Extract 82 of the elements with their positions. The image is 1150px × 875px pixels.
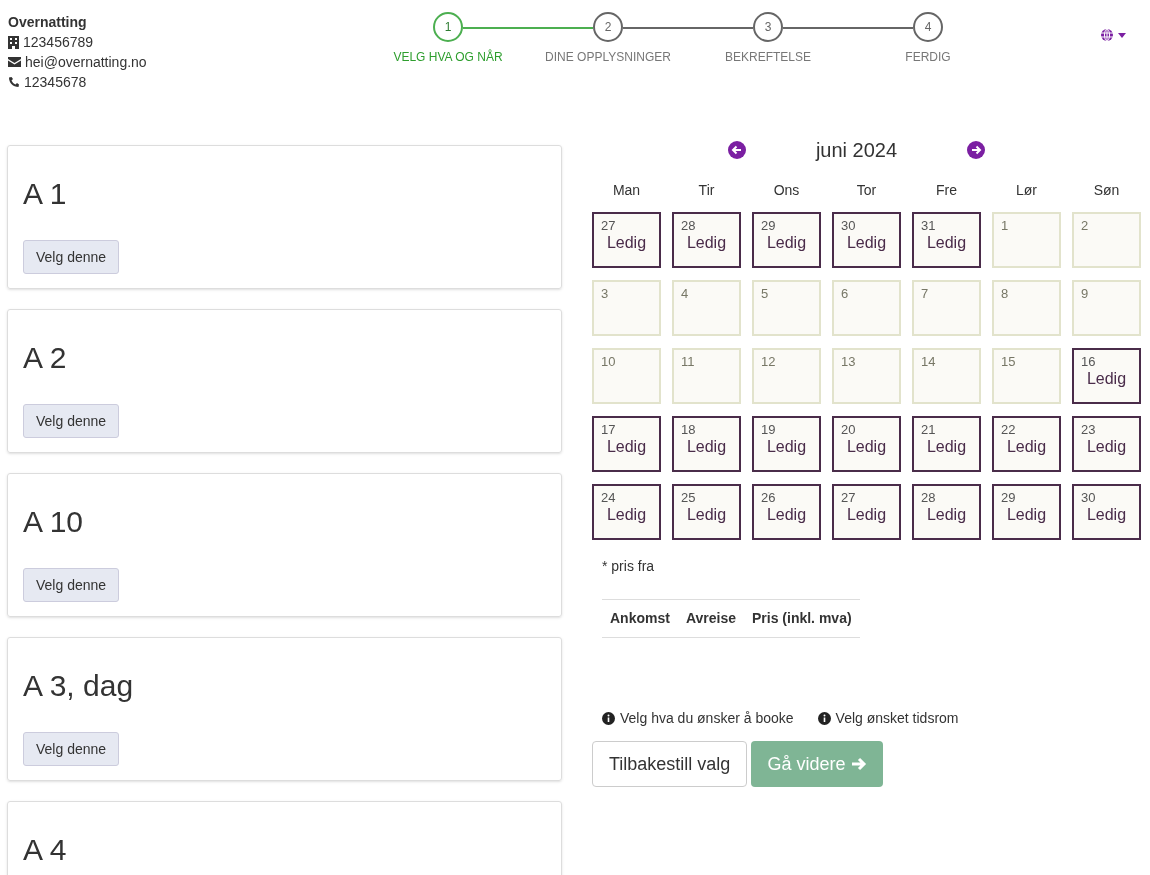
calendar-day: 1 bbox=[992, 212, 1061, 268]
calendar-day: 12 bbox=[752, 348, 821, 404]
calendar-day[interactable]: 29 Ledig bbox=[992, 484, 1061, 540]
phone-icon bbox=[8, 76, 20, 88]
calendar-day[interactable]: 21 Ledig bbox=[912, 416, 981, 472]
step-number: 4 bbox=[913, 12, 943, 42]
unit-title: A 4 bbox=[23, 832, 67, 868]
calendar-day[interactable]: 28 Ledig bbox=[912, 484, 981, 540]
price-note: * pris fra bbox=[602, 557, 656, 576]
step-number: 3 bbox=[753, 12, 783, 42]
calendar-day[interactable]: 26 Ledig bbox=[752, 484, 821, 540]
calendar-day: 3 bbox=[592, 280, 661, 336]
calendar-day[interactable]: 22 Ledig bbox=[992, 416, 1061, 472]
unit-title: A 3, dag bbox=[23, 668, 134, 704]
previous-month-button[interactable] bbox=[727, 141, 746, 159]
step-number: 1 bbox=[433, 12, 463, 42]
building-icon bbox=[8, 35, 19, 49]
column-header: Pris (inkl. mva) bbox=[744, 599, 860, 638]
calendar-day: 4 bbox=[672, 280, 741, 336]
calendar-day: 15 bbox=[992, 348, 1061, 404]
calendar-day: 10 bbox=[592, 348, 661, 404]
calendar-day[interactable]: 30 Ledig bbox=[1072, 484, 1141, 540]
calendar-day: 7 bbox=[912, 280, 981, 336]
step-number: 2 bbox=[593, 12, 623, 42]
unit-title: A 10 bbox=[23, 504, 84, 540]
calendar-day[interactable]: 20 Ledig bbox=[832, 416, 901, 472]
step-label: FERDIG bbox=[905, 49, 951, 66]
step-label: DINE OPPLYSNINGER bbox=[545, 49, 671, 66]
calendar-day[interactable]: 23 Ledig bbox=[1072, 416, 1141, 472]
calendar-day: 13 bbox=[832, 348, 901, 404]
calendar-day[interactable]: 30 Ledig bbox=[832, 212, 901, 268]
calendar-day[interactable]: 27 Ledig bbox=[592, 212, 661, 268]
envelope-icon bbox=[8, 57, 21, 67]
month-title: juni 2024 bbox=[815, 138, 898, 163]
calendar-day[interactable]: 18 Ledig bbox=[672, 416, 741, 472]
reset-button[interactable]: Tilbakestill valg bbox=[592, 741, 748, 787]
calendar-day[interactable]: 17 Ledig bbox=[592, 416, 661, 472]
select-button[interactable]: Velg denne bbox=[23, 240, 120, 274]
calendar-day: 14 bbox=[912, 348, 981, 404]
calendar-day: 5 bbox=[752, 280, 821, 336]
calendar-day: 6 bbox=[832, 280, 901, 336]
calendar-day[interactable]: 16 Ledig bbox=[1072, 348, 1141, 404]
caret-icon bbox=[1118, 32, 1126, 38]
calendar-day: 9 bbox=[1072, 280, 1141, 336]
phone-number: 12345678 bbox=[24, 73, 87, 92]
weekday-label: Fre bbox=[936, 181, 957, 200]
select-button[interactable]: Velg denne bbox=[23, 568, 120, 602]
info-icon bbox=[817, 712, 831, 725]
select-button[interactable]: Velg denne bbox=[23, 732, 120, 766]
step-label: VELG HVA OG NÅR bbox=[393, 48, 503, 66]
weekday-label: Lør bbox=[1016, 181, 1037, 200]
calendar-day[interactable]: 31 Ledig bbox=[912, 212, 981, 268]
calendar-day: 8 bbox=[992, 280, 1061, 336]
calendar-day[interactable]: 19 Ledig bbox=[752, 416, 821, 472]
email-address: hei@overnatting.no bbox=[25, 53, 147, 72]
step-label: BEKREFTELSE bbox=[725, 49, 811, 66]
weekday-label: Tir bbox=[698, 181, 715, 200]
weekday-label: Ons bbox=[773, 181, 800, 200]
unit-title: A 2 bbox=[23, 340, 67, 376]
next-month-button[interactable] bbox=[967, 141, 986, 159]
hint-text: Velg hva du ønsker å booke bbox=[620, 709, 794, 728]
weekday-label: Man bbox=[612, 181, 641, 200]
calendar-day[interactable]: 24 Ledig bbox=[592, 484, 661, 540]
info-icon bbox=[602, 712, 615, 725]
weekday-label: Søn bbox=[1093, 181, 1120, 200]
column-header: Ankomst bbox=[602, 599, 678, 638]
hint-text: Velg ønsket tidsrom bbox=[835, 709, 959, 728]
calendar-day[interactable]: 28 Ledig bbox=[672, 212, 741, 268]
column-header: Avreise bbox=[677, 599, 744, 638]
language-menu[interactable] bbox=[1100, 28, 1126, 42]
arrow-right-icon bbox=[851, 756, 868, 772]
business-name: Overnatting bbox=[8, 13, 88, 32]
calendar-day: 2 bbox=[1072, 212, 1141, 268]
calendar-day: 11 bbox=[672, 348, 741, 404]
calendar-day[interactable]: 25 Ledig bbox=[672, 484, 741, 540]
unit-title: A 1 bbox=[23, 176, 67, 212]
calendar-day[interactable]: 29 Ledig bbox=[752, 212, 821, 268]
calendar-day[interactable]: 27 Ledig bbox=[832, 484, 901, 540]
weekday-label: Tor bbox=[856, 181, 877, 200]
org-number: 123456789 bbox=[23, 33, 94, 52]
globe-icon bbox=[1100, 28, 1114, 42]
select-button[interactable]: Velg denne bbox=[23, 404, 120, 438]
